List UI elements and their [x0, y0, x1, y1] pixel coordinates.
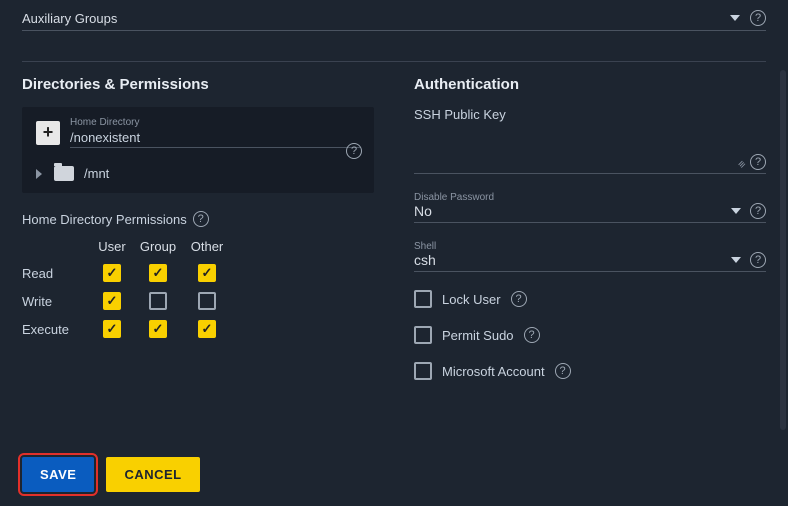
perm-row-execute-label: Execute: [22, 322, 92, 337]
perm-row-read-label: Read: [22, 266, 92, 281]
cancel-button[interactable]: CANCEL: [106, 457, 199, 492]
ssh-key-input[interactable]: ≡ ?: [414, 146, 766, 174]
help-icon[interactable]: ?: [750, 154, 766, 170]
help-icon[interactable]: ?: [750, 252, 766, 268]
microsoft-account-label: Microsoft Account: [442, 364, 545, 379]
help-icon[interactable]: ?: [750, 203, 766, 219]
permissions-table: User Group Other Read ✓ ✓ ✓ Write ✓: [22, 239, 374, 338]
chevron-down-icon: [731, 257, 741, 263]
expand-icon[interactable]: +: [36, 121, 60, 145]
perm-header-other: Other: [184, 239, 230, 254]
home-directory-label: Home Directory: [70, 117, 360, 128]
perm-read-group[interactable]: ✓: [149, 264, 167, 282]
authentication-title: Authentication: [414, 76, 766, 93]
directories-permissions-title: Directories & Permissions: [22, 76, 374, 93]
lock-user-checkbox[interactable]: [414, 290, 432, 308]
save-button[interactable]: SAVE: [22, 457, 94, 492]
disable-password-value: No: [414, 203, 731, 219]
chevron-down-icon: [731, 208, 741, 214]
perm-header-user: User: [92, 239, 132, 254]
perm-execute-group[interactable]: ✓: [149, 320, 167, 338]
perm-write-user[interactable]: ✓: [103, 292, 121, 310]
auxiliary-groups-select[interactable]: Auxiliary Groups ?: [22, 4, 766, 31]
permit-sudo-label: Permit Sudo: [442, 328, 514, 343]
home-permissions-label: Home Directory Permissions: [22, 212, 187, 227]
tree-node-label: /mnt: [84, 166, 109, 181]
home-directory-input[interactable]: [70, 128, 360, 148]
chevron-down-icon: [730, 15, 740, 21]
perm-write-group[interactable]: [149, 292, 167, 310]
disable-password-select[interactable]: No ?: [414, 203, 766, 223]
perm-read-user[interactable]: ✓: [103, 264, 121, 282]
resize-handle-icon[interactable]: ≡: [735, 160, 747, 172]
microsoft-account-checkbox[interactable]: [414, 362, 432, 380]
perm-write-other[interactable]: [198, 292, 216, 310]
folder-icon: [54, 166, 74, 181]
perm-header-group: Group: [132, 239, 184, 254]
directory-tree-panel: + Home Directory ? /mnt: [22, 107, 374, 193]
scrollbar[interactable]: [780, 70, 786, 430]
shell-value: csh: [414, 252, 731, 268]
disable-password-label: Disable Password: [414, 192, 766, 203]
shell-select[interactable]: csh ?: [414, 252, 766, 272]
help-icon[interactable]: ?: [511, 291, 527, 307]
perm-execute-user[interactable]: ✓: [103, 320, 121, 338]
tree-node-mnt[interactable]: /mnt: [36, 166, 360, 181]
ssh-key-label: SSH Public Key: [414, 107, 766, 122]
perm-row-write-label: Write: [22, 294, 92, 309]
help-icon[interactable]: ?: [750, 10, 766, 26]
help-icon[interactable]: ?: [346, 143, 362, 159]
help-icon[interactable]: ?: [193, 211, 209, 227]
chevron-right-icon: [36, 169, 42, 179]
auxiliary-groups-label: Auxiliary Groups: [22, 11, 730, 26]
section-divider: [22, 61, 766, 62]
help-icon[interactable]: ?: [555, 363, 571, 379]
perm-read-other[interactable]: ✓: [198, 264, 216, 282]
shell-label: Shell: [414, 241, 766, 252]
perm-execute-other[interactable]: ✓: [198, 320, 216, 338]
help-icon[interactable]: ?: [524, 327, 540, 343]
permit-sudo-checkbox[interactable]: [414, 326, 432, 344]
lock-user-label: Lock User: [442, 292, 501, 307]
